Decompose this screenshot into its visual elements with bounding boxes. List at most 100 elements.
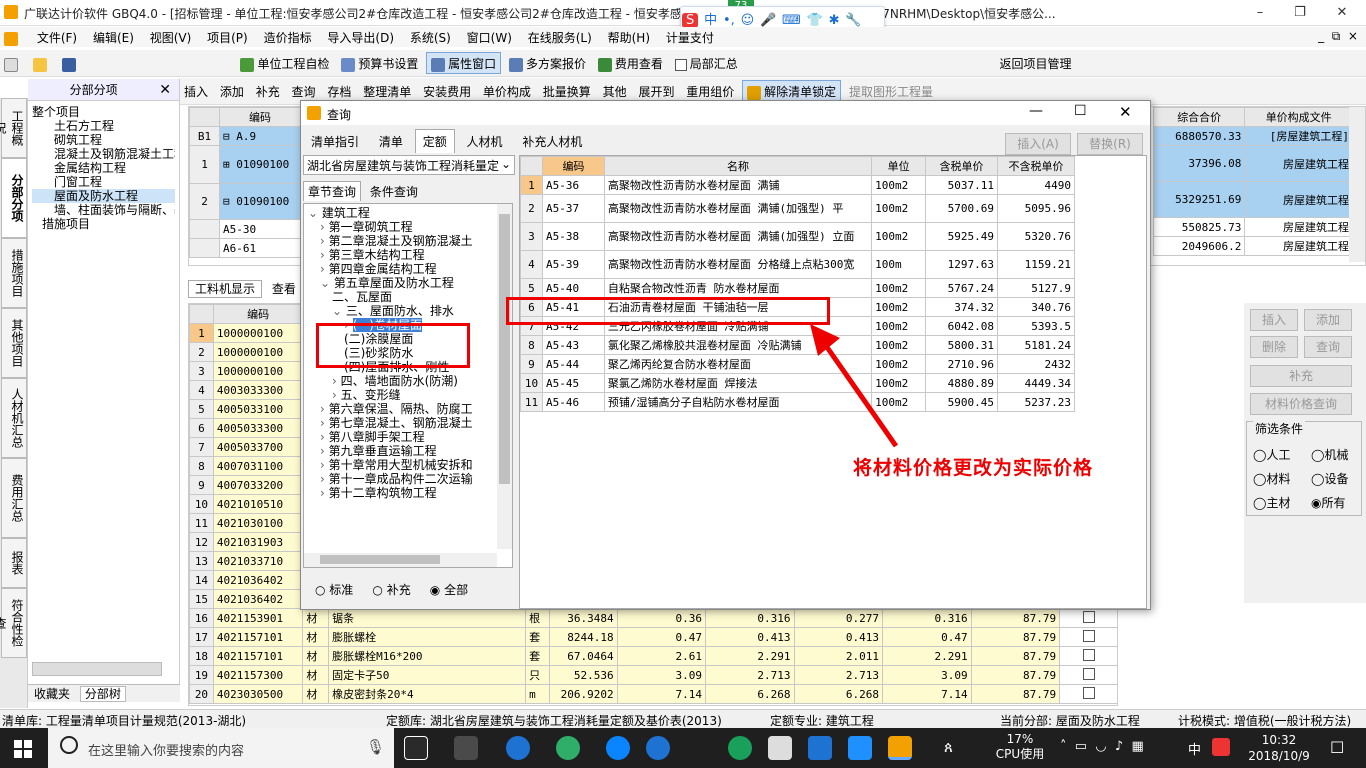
sogou-tray-icon[interactable] <box>1212 738 1230 756</box>
task-view-icon[interactable] <box>404 736 428 760</box>
minimize-button[interactable]: – <box>1240 2 1280 24</box>
row-number[interactable]: 11 <box>520 392 543 412</box>
lmm-cell[interactable]: 4021010510 <box>212 494 304 514</box>
ie-icon[interactable] <box>506 736 530 760</box>
expander-icon[interactable]: › <box>320 248 329 262</box>
budget-settings-button[interactable]: 预算书设置 <box>337 53 422 75</box>
lmm-cell[interactable]: 4021157300 <box>212 665 304 685</box>
quota-row[interactable]: 1 A5-36 高聚物改性沥青防水卷材屋面 满铺 100m2 5037.11 4490 <box>520 175 1075 195</box>
lmm-cell[interactable]: 7.14 <box>616 684 706 704</box>
security-360-icon[interactable] <box>728 736 752 760</box>
lmm-cell[interactable]: 4021030100 <box>212 513 304 533</box>
quota-code[interactable]: A5-38 <box>541 222 605 251</box>
tree-item[interactable]: 土石方工程 <box>32 119 175 133</box>
skin-icon[interactable]: 👕 <box>807 13 823 28</box>
lmm-row[interactable]: 20 4023030500 材橡皮密封条20*4 m 206.9202 7.14 6.268… <box>189 684 1117 704</box>
lmm-cell[interactable]: 5 <box>189 399 214 419</box>
filter-equipment[interactable]: ◯设备 <box>1311 470 1348 487</box>
mail-icon[interactable] <box>768 736 792 760</box>
expander-icon[interactable]: › <box>320 486 329 500</box>
insert-button[interactable]: 插入 <box>1250 309 1298 331</box>
lmm-cell[interactable]: 橡皮密封条20*4 <box>328 684 527 704</box>
lmm-cell[interactable]: 1 <box>189 323 214 343</box>
restore-button[interactable]: ❐ <box>1280 2 1320 24</box>
chapter-node[interactable]: › 第九章垂直运输工程 <box>308 444 512 458</box>
grid-vscrollbar[interactable] <box>1349 107 1365 262</box>
menu-system[interactable]: 系统(S) <box>404 27 457 47</box>
attribute-window-button[interactable]: 属性窗口 <box>426 52 502 74</box>
lmm-cell[interactable]: 套 <box>525 627 550 647</box>
row-code[interactable]: A5-30 <box>219 219 301 239</box>
quota-row[interactable]: 8 A5-43 氯化聚乙烯橡胶共混卷材屋面 冷贴满铺 100m2 5800.31 5181… <box>520 335 1075 355</box>
filter-material[interactable]: ◯材料 <box>1253 470 1290 487</box>
dialog-maximize-icon[interactable]: ☐ <box>1074 103 1087 119</box>
quota-notax-price[interactable]: 2432 <box>997 354 1075 374</box>
checkbox[interactable] <box>1083 667 1096 680</box>
checkbox[interactable] <box>1083 648 1096 661</box>
lmm-cell[interactable]: 根 <box>525 608 550 628</box>
quota-unit[interactable]: 100m <box>871 250 927 279</box>
lmm-cell[interactable]: 材 <box>302 684 330 704</box>
cell-total[interactable]: 2049606.2 <box>1152 236 1246 256</box>
filter-main-material[interactable]: ◯主材 <box>1253 494 1290 511</box>
quota-code[interactable]: A5-40 <box>541 278 605 298</box>
checkbox[interactable] <box>1083 686 1096 699</box>
expander-icon[interactable]: ⌄ <box>308 206 322 220</box>
plus-app-icon[interactable] <box>848 736 872 760</box>
lmm-cell[interactable]: 0.316 <box>882 608 972 628</box>
delete-button[interactable]: 删除 <box>1250 336 1298 358</box>
tree-item[interactable]: 墙、柱面装饰与隔断、幕墙 <box>32 203 175 217</box>
filter-labor[interactable]: ◯人工 <box>1253 446 1290 463</box>
cell-file[interactable]: 房屋建筑工程 <box>1244 217 1353 237</box>
lmm-cell[interactable]: 87.79 <box>970 684 1061 704</box>
chapter-node[interactable]: ⌄ 三、屋面防水、排水 <box>308 304 512 318</box>
lmm-cell[interactable]: 13 <box>189 551 214 571</box>
lmm-cell[interactable]: m <box>525 684 550 704</box>
row-code[interactable]: ⊟ 01090100 <box>219 183 301 220</box>
expander-icon[interactable]: › <box>320 402 329 416</box>
lmm-cell[interactable]: 17 <box>189 627 214 647</box>
quota-notax-price[interactable]: 1159.21 <box>997 250 1075 279</box>
radio-supplement[interactable]: ○ 补充 <box>372 583 410 597</box>
lmm-cell[interactable]: 材 <box>302 646 330 666</box>
lmm-cell[interactable]: 2.61 <box>616 646 706 666</box>
row-number[interactable]: 4 <box>520 250 543 279</box>
tab-favorites[interactable]: 收藏夹 <box>28 687 76 701</box>
menu-cost-index[interactable]: 造价指标 <box>258 27 318 47</box>
quota-row[interactable]: 10 A5-45 聚氯乙烯防水卷材屋面 焊接法 100m2 4880.89 4449.34 <box>520 373 1075 393</box>
wrench-icon[interactable]: 🔧 <box>845 13 861 28</box>
multi-scheme-button[interactable]: 多方案报价 <box>505 53 590 75</box>
lmm-cell[interactable]: 4021036402 <box>212 589 304 609</box>
tab-lmm-display[interactable]: 工料机显示 <box>188 280 263 298</box>
chapter-node[interactable]: › 第二章混凝土及钢筋混凝土 <box>308 234 512 248</box>
menu-help[interactable]: 帮助(H) <box>602 27 656 47</box>
quota-name[interactable]: 高聚物改性沥青防水卷材屋面 满铺 <box>603 175 873 195</box>
quota-notax-price[interactable]: 5095.96 <box>997 194 1075 223</box>
chapter-node[interactable]: › 第十一章成品构件二次运输 <box>308 472 512 486</box>
lmm-cell[interactable]: 10 <box>189 494 214 514</box>
lmm-cell[interactable]: 14 <box>189 570 214 590</box>
quota-notax-price[interactable]: 5393.5 <box>997 316 1075 336</box>
tab-supplement-lmm[interactable]: 补充人材机 <box>514 129 590 154</box>
chapter-node[interactable]: › 第六章保温、隔热、防腐工 <box>308 402 512 416</box>
toolbox-icon[interactable]: ✱ <box>829 13 840 28</box>
lmm-cell[interactable]: 膨胀螺栓 <box>328 627 527 647</box>
tab-list[interactable]: 清单 <box>371 129 411 154</box>
lmm-cell[interactable]: 4021033710 <box>212 551 304 571</box>
close-button[interactable]: ✕ <box>1322 2 1362 24</box>
lmm-cell[interactable]: 87.79 <box>970 646 1061 666</box>
lmm-cell[interactable]: 52.536 <box>548 665 618 685</box>
punctuation-icon[interactable]: •, <box>723 13 735 28</box>
lmm-cell[interactable]: 4 <box>189 380 214 400</box>
lmm-cell[interactable]: 4021157101 <box>212 627 304 647</box>
quota-notax-price[interactable]: 5181.24 <box>997 335 1075 355</box>
row-number[interactable]: 8 <box>520 335 543 355</box>
save-icon[interactable] <box>58 53 83 75</box>
dialog-insert-button[interactable]: 插入(A) <box>1005 133 1071 155</box>
lmm-cell[interactable]: 3 <box>189 361 214 381</box>
app-menu-icon[interactable] <box>0 29 27 49</box>
lmm-cell[interactable]: 4005033300 <box>212 418 304 438</box>
lmm-cell[interactable]: 0.36 <box>616 608 706 628</box>
lmm-cell[interactable]: 0.47 <box>616 627 706 647</box>
chapter-node[interactable]: › 第八章脚手架工程 <box>308 430 512 444</box>
